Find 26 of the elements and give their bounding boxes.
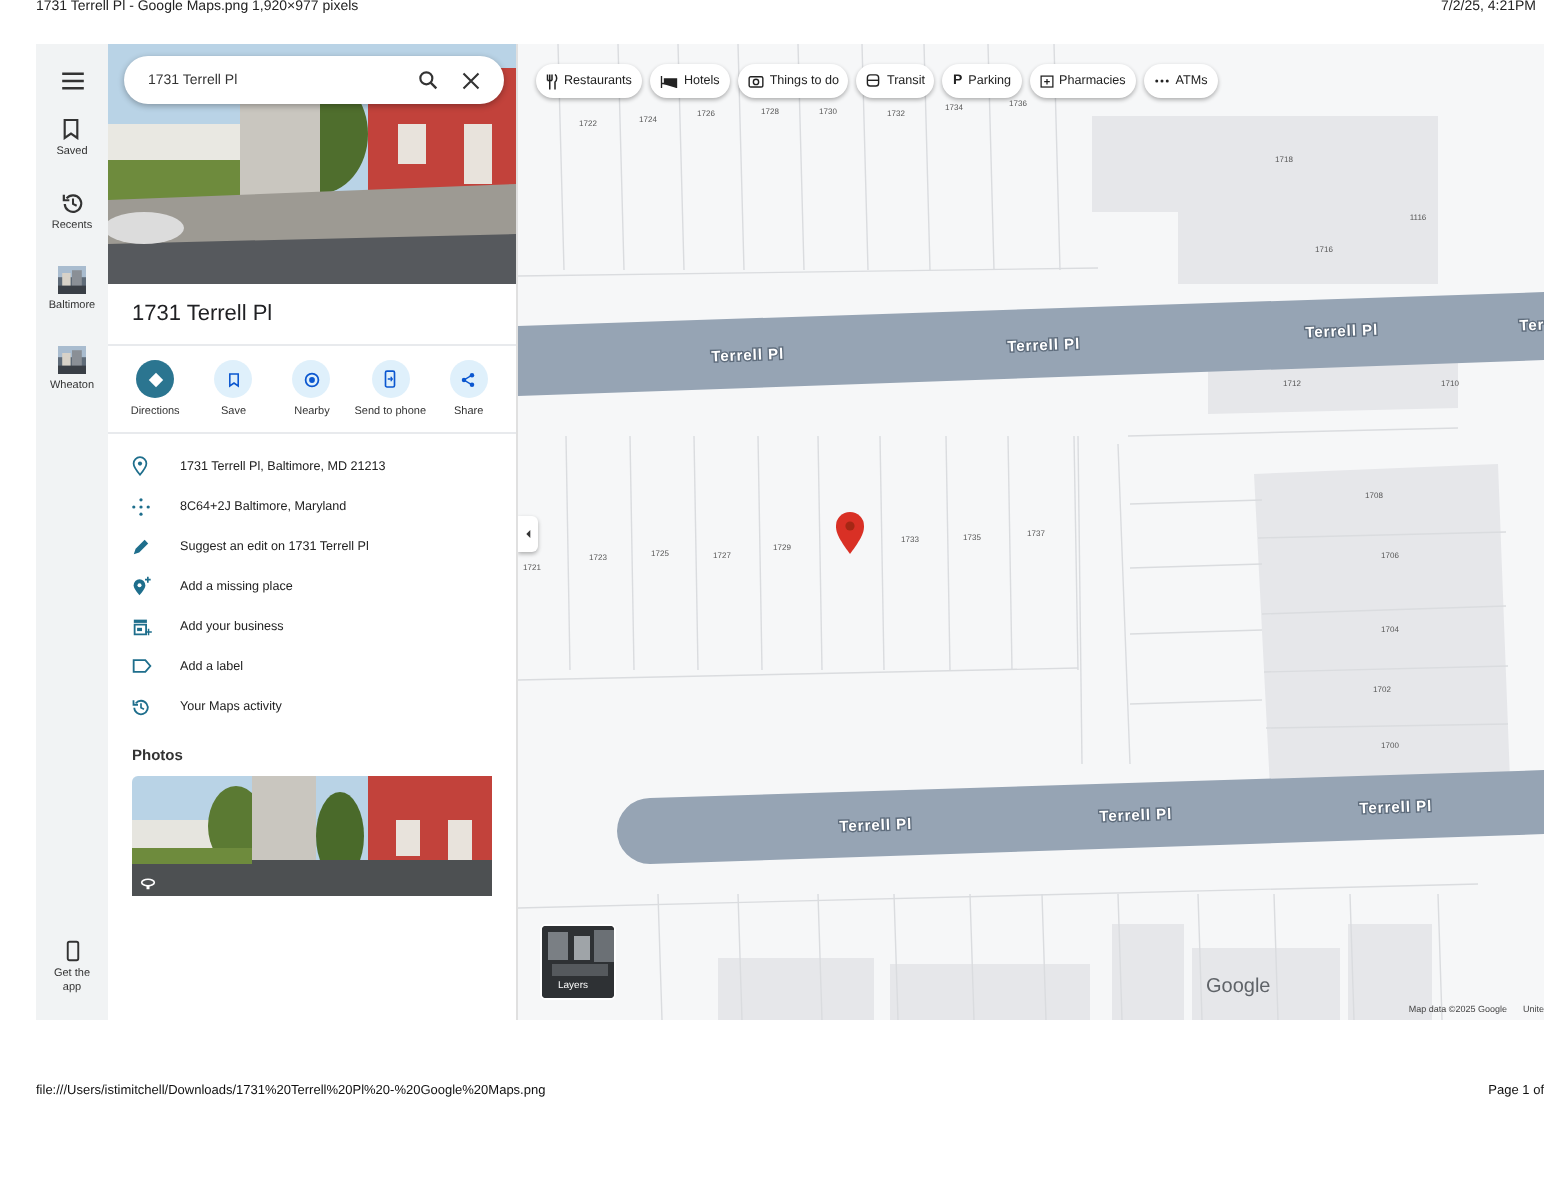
place-title: 1731 Terrell Pl: [108, 284, 516, 346]
history-icon: [61, 192, 83, 215]
tag-icon: [132, 658, 152, 675]
building: [1348, 924, 1432, 1020]
bed-icon: [659, 75, 678, 87]
location-pin-icon: [132, 456, 148, 477]
add-place-icon: [132, 576, 152, 597]
plus-code-icon: [132, 497, 150, 516]
camera-icon: [747, 74, 764, 88]
panorama-icon: [140, 878, 156, 891]
pharmacy-icon: [1039, 74, 1054, 88]
pencil-icon: [132, 537, 150, 556]
bus-icon: [866, 74, 881, 88]
more-icon: [1153, 78, 1170, 84]
close-icon[interactable]: [462, 71, 480, 89]
map-pin-icon: [836, 512, 864, 554]
map-logo: Google: [1206, 976, 1271, 998]
phone-icon: [65, 939, 79, 962]
building: [1112, 924, 1184, 1020]
search-icon[interactable]: [418, 70, 438, 90]
storefront-icon: [132, 617, 152, 636]
history-icon: [132, 697, 150, 716]
fork-knife-icon: [546, 73, 558, 89]
menu-icon[interactable]: [61, 72, 83, 90]
caret-icon: [525, 530, 531, 538]
bookmark-icon: [62, 118, 81, 140]
